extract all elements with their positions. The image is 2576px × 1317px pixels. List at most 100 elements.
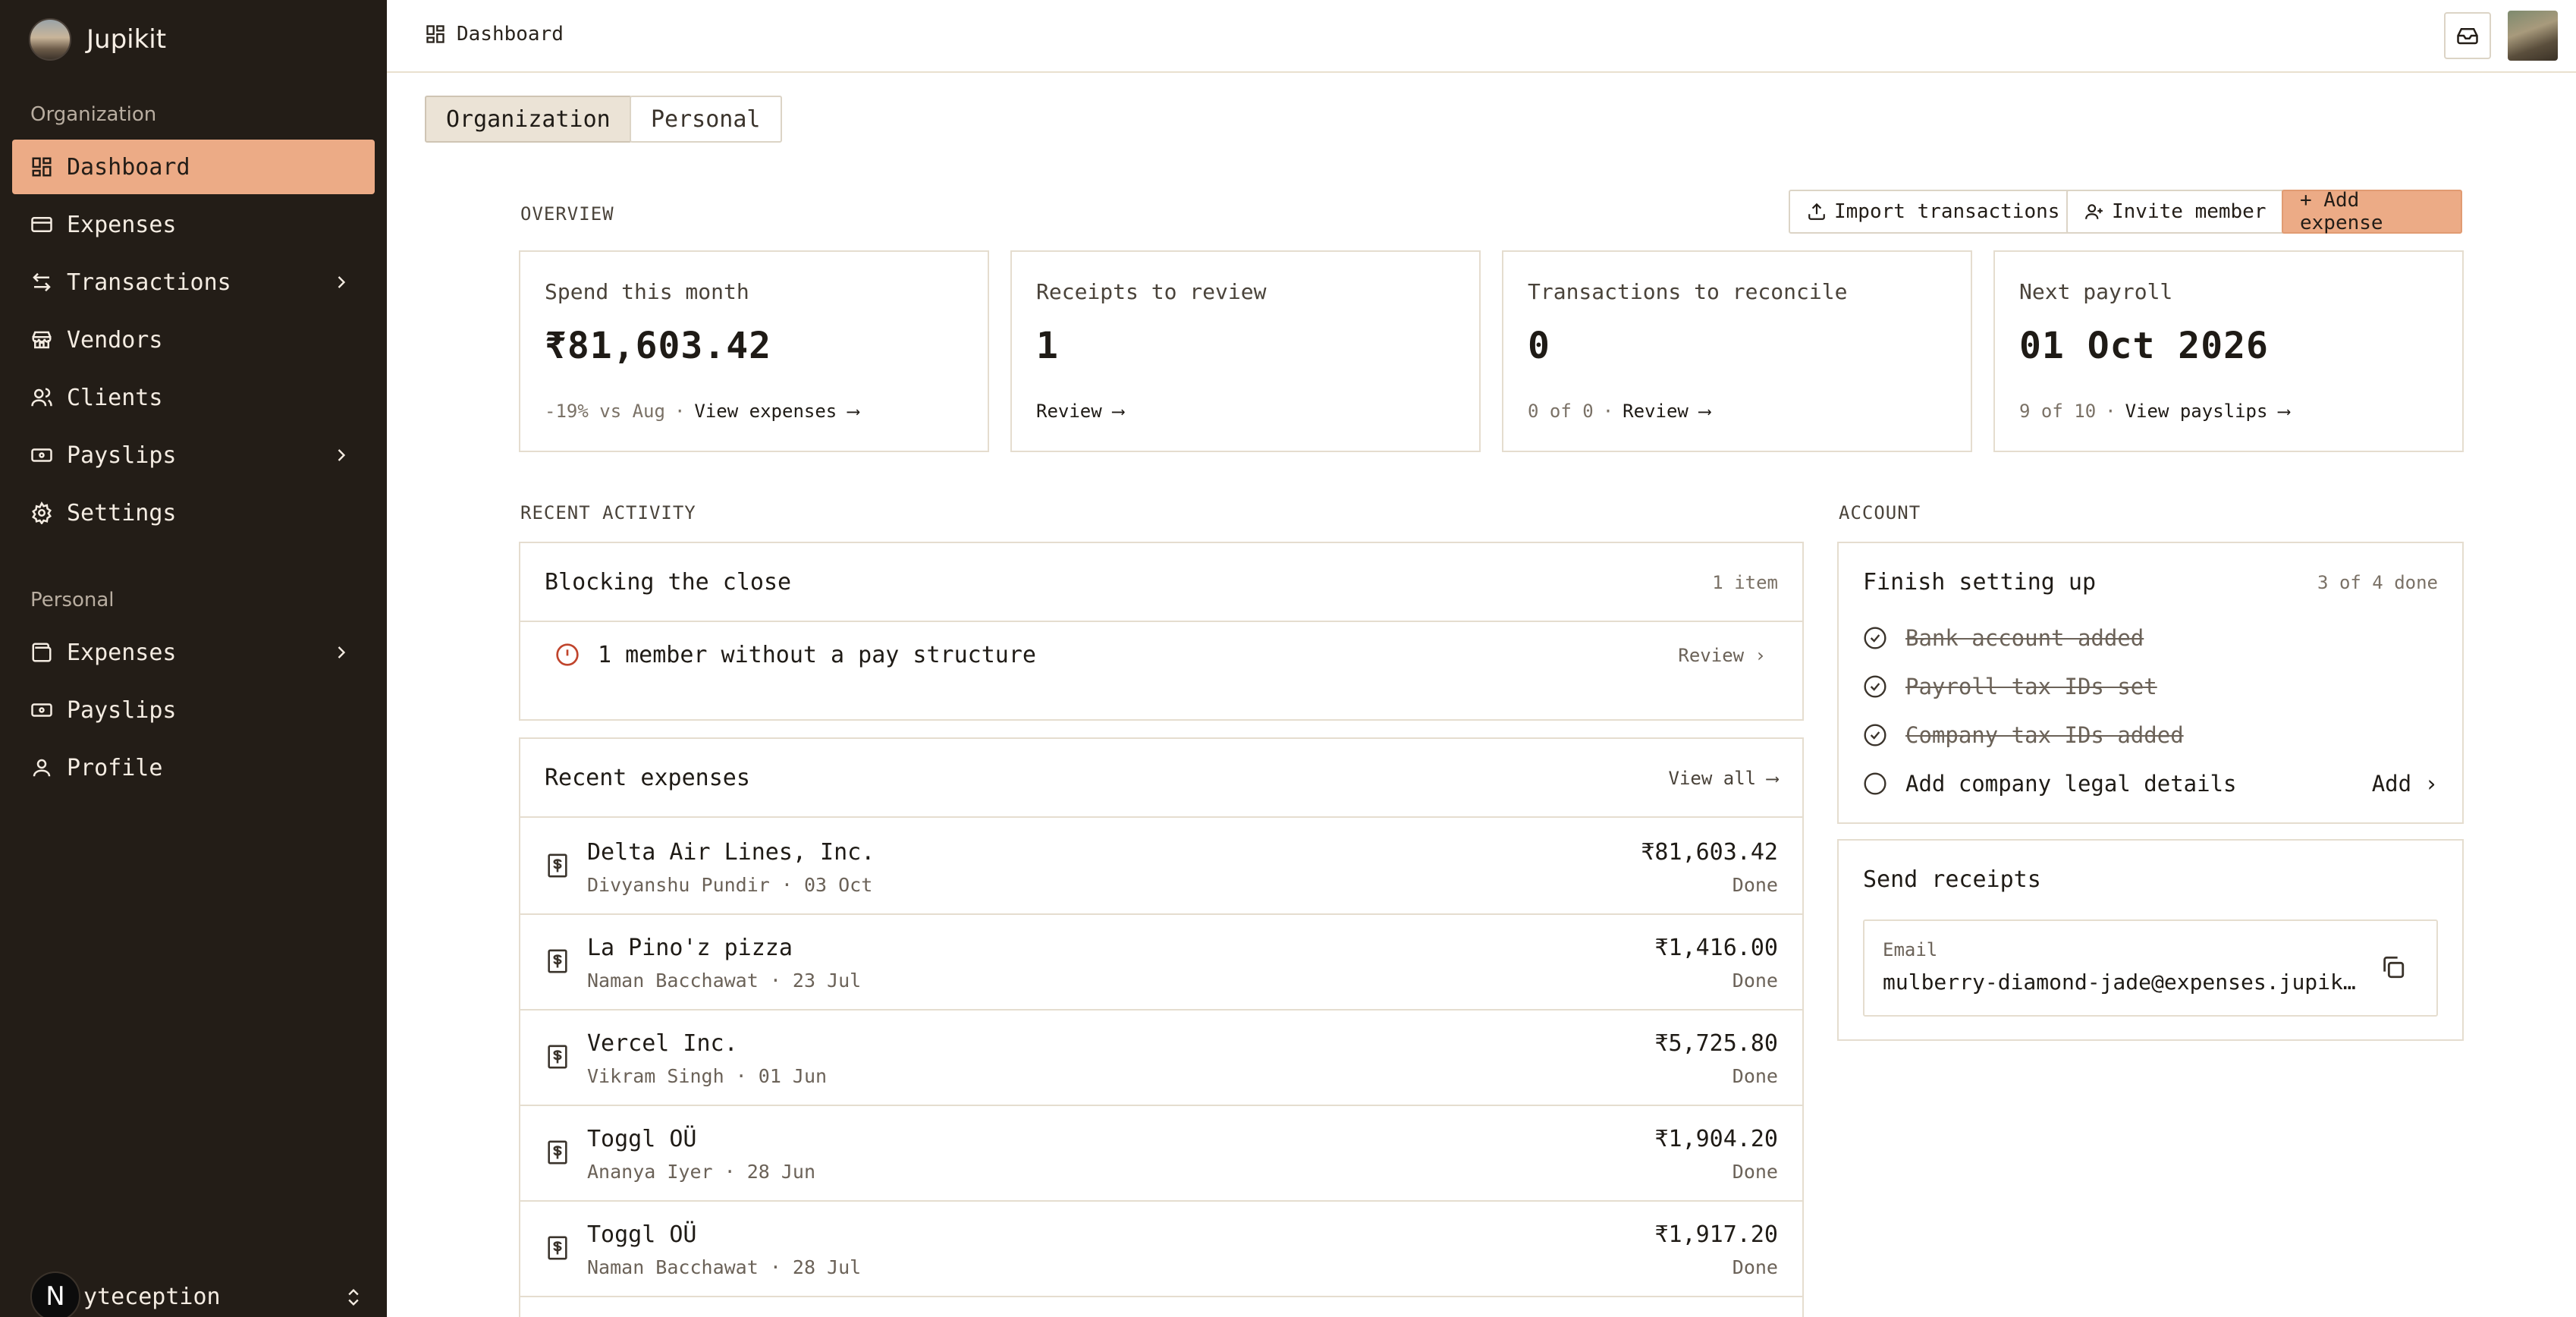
- add-legal-details-button[interactable]: Add ›: [2372, 771, 2438, 797]
- stat-title: Next payroll: [2019, 279, 2173, 304]
- receipt-icon: [548, 1236, 567, 1260]
- sidebar-item-vendors[interactable]: Vendors: [12, 313, 375, 367]
- table-row[interactable]: La Pino'z pizza Naman Bacchawat · 23 Jul…: [520, 915, 1802, 1011]
- expense-meta: Vikram Singh · 01 Jun: [587, 1065, 828, 1087]
- chevron-right-icon[interactable]: [331, 272, 352, 293]
- table-row[interactable]: Vercel Inc. Vikram Singh · 01 Jun ₹5,725…: [520, 1011, 1802, 1106]
- sidebar-item-label: Payslips: [67, 696, 177, 724]
- inbox-icon: [2457, 28, 2478, 45]
- empty-circle-icon: [1864, 772, 1886, 795]
- topbar: Dashboard: [387, 0, 2576, 73]
- inbox-button[interactable]: [2444, 12, 2491, 59]
- org-switcher-name: yteception: [83, 1284, 221, 1310]
- card-title: Blocking the close: [545, 569, 792, 596]
- receipt-icon: [548, 853, 567, 878]
- sidebar-item-label: Expenses: [67, 639, 177, 666]
- blocking-review-link[interactable]: Review ›: [1678, 645, 1766, 666]
- sidebar-item-personal-payslips[interactable]: Payslips: [12, 683, 375, 737]
- copy-icon[interactable]: [2380, 954, 2406, 980]
- sidebar-item-personal-expenses[interactable]: Expenses: [12, 625, 375, 680]
- card-header: Recent expenses View all ⟶: [520, 739, 1802, 818]
- table-row[interactable]: Toggl OÜ Ananya Iyer · 28 Jun ₹1,904.20 …: [520, 1106, 1802, 1202]
- check-circle-icon: [1864, 675, 1886, 698]
- user-avatar[interactable]: [2508, 11, 2558, 61]
- stat-footer: 9 of 10 · View payslips ⟶: [2019, 401, 2290, 422]
- overview-heading: OVERVIEW: [520, 203, 614, 225]
- stat-card-spend: Spend this month ₹81,603.42 -19% vs Aug …: [519, 250, 989, 452]
- sidebar-item-payslips[interactable]: Payslips: [12, 428, 375, 482]
- invite-member-button[interactable]: Invite member: [2066, 190, 2285, 234]
- sidebar-item-clients[interactable]: Clients: [12, 370, 375, 425]
- expense-meta: Naman Bacchawat · 28 Jul: [587, 1256, 862, 1278]
- stat-meta: 9 of 10: [2019, 401, 2097, 422]
- setup-step-done: Bank account added: [1863, 619, 2144, 657]
- tab-personal[interactable]: Personal: [630, 96, 782, 143]
- alert-circle-icon: [556, 643, 579, 666]
- breadcrumb[interactable]: Dashboard: [425, 23, 564, 46]
- expense-vendor: Delta Air Lines, Inc.: [587, 839, 875, 866]
- recent-expenses-card: Recent expenses View all ⟶ Delta Air Lin…: [519, 737, 1804, 1317]
- setup-progress: 3 of 4 done: [2317, 572, 2438, 593]
- sidebar-item-label: Transactions: [67, 269, 231, 296]
- email-value[interactable]: mulberry-diamond-jade@expenses.jupikit.c…: [1883, 970, 2368, 995]
- sidebar-item-dashboard[interactable]: Dashboard: [12, 140, 375, 194]
- setup-step-todo[interactable]: Add company legal details: [1863, 765, 2237, 803]
- sidebar-item-settings[interactable]: Settings: [12, 486, 375, 540]
- view-expenses-link[interactable]: View expenses ⟶: [694, 401, 859, 422]
- review-transactions-link[interactable]: Review ⟶: [1623, 401, 1711, 422]
- sidebar-item-transactions[interactable]: Transactions: [12, 255, 375, 310]
- item-count: 1 item: [1712, 572, 1778, 593]
- import-transactions-label: Import transactions: [1834, 200, 2060, 223]
- expense-amount: ₹1,904.20: [1654, 1126, 1778, 1152]
- check-circle-icon: [1864, 724, 1886, 747]
- account-heading: ACCOUNT: [1839, 502, 1921, 523]
- sidebar-item-label: Settings: [67, 499, 177, 526]
- chevron-right-icon[interactable]: [331, 642, 352, 663]
- gear-icon: [30, 501, 53, 524]
- chevrons-up-down-icon: [348, 1289, 359, 1306]
- sidebar-item-profile[interactable]: Profile: [12, 740, 375, 795]
- table-row[interactable]: Toggl OÜ Naman Bacchawat · 28 Jul ₹1,917…: [520, 1202, 1802, 1297]
- stat-value: 0: [1528, 325, 1550, 367]
- review-receipts-link[interactable]: Review ⟶: [1036, 401, 1124, 422]
- receipt-email-field[interactable]: Email mulberry-diamond-jade@expenses.jup…: [1863, 919, 2438, 1017]
- expense-amount: ₹81,603.42: [1641, 839, 1778, 866]
- view-payslips-link[interactable]: View payslips ⟶: [2125, 401, 2290, 422]
- breadcrumb-label: Dashboard: [457, 23, 564, 46]
- arrows-left-right-icon: [30, 271, 53, 294]
- send-receipts-card: Send receipts Email mulberry-diamond-jad…: [1837, 839, 2464, 1041]
- stat-footer: -19% vs Aug · View expenses ⟶: [545, 401, 859, 422]
- avatar[interactable]: N: [30, 1271, 80, 1317]
- stat-card-reconcile: Transactions to reconcile 0 0 of 0 · Rev…: [1502, 250, 1972, 452]
- sidebar-item-label: Vendors: [67, 326, 163, 354]
- setup-step-label: Company tax IDs added: [1905, 722, 2184, 748]
- stat-value: 1: [1036, 325, 1059, 367]
- stat-card-receipts: Receipts to review 1 Review ⟶: [1010, 250, 1481, 452]
- expense-vendor: Vercel Inc.: [587, 1030, 738, 1057]
- blocking-item-text: 1 member without a pay structure: [598, 641, 1036, 668]
- users-icon: [30, 386, 53, 409]
- brand[interactable]: Jupikit: [29, 18, 166, 61]
- expense-amount: ₹1,917.20: [1654, 1221, 1778, 1248]
- import-transactions-button[interactable]: Import transactions: [1789, 190, 2078, 234]
- tab-organization[interactable]: Organization: [425, 96, 632, 143]
- receipt-icon: [548, 1140, 567, 1165]
- expense-status: Done: [1732, 874, 1778, 896]
- org-switcher[interactable]: yteception N: [30, 1271, 364, 1317]
- stat-title: Receipts to review: [1036, 279, 1267, 304]
- chevron-right-icon[interactable]: [331, 445, 352, 466]
- sidebar-item-expenses[interactable]: Expenses: [12, 197, 375, 252]
- blocking-item[interactable]: 1 member without a pay structure Review …: [520, 624, 1802, 686]
- banknote-icon: [30, 699, 53, 721]
- stat-value: 01 Oct 2026: [2019, 325, 2269, 367]
- invite-member-label: Invite member: [2112, 200, 2267, 223]
- view-all-link[interactable]: View all ⟶: [1669, 768, 1779, 789]
- upload-icon: [1808, 203, 1825, 220]
- add-expense-button[interactable]: + Add expense: [2282, 189, 2462, 234]
- table-row[interactable]: Delta Air Lines, Inc. Divyanshu Pundir ·…: [520, 819, 1802, 915]
- expense-meta: Ananya Iyer · 28 Jun: [587, 1161, 816, 1183]
- setup-step-done: Company tax IDs added: [1863, 716, 2184, 754]
- stat-footer: Review ⟶: [1036, 401, 1124, 422]
- stat-meta: 0 of 0: [1528, 401, 1594, 422]
- user-icon: [30, 756, 53, 779]
